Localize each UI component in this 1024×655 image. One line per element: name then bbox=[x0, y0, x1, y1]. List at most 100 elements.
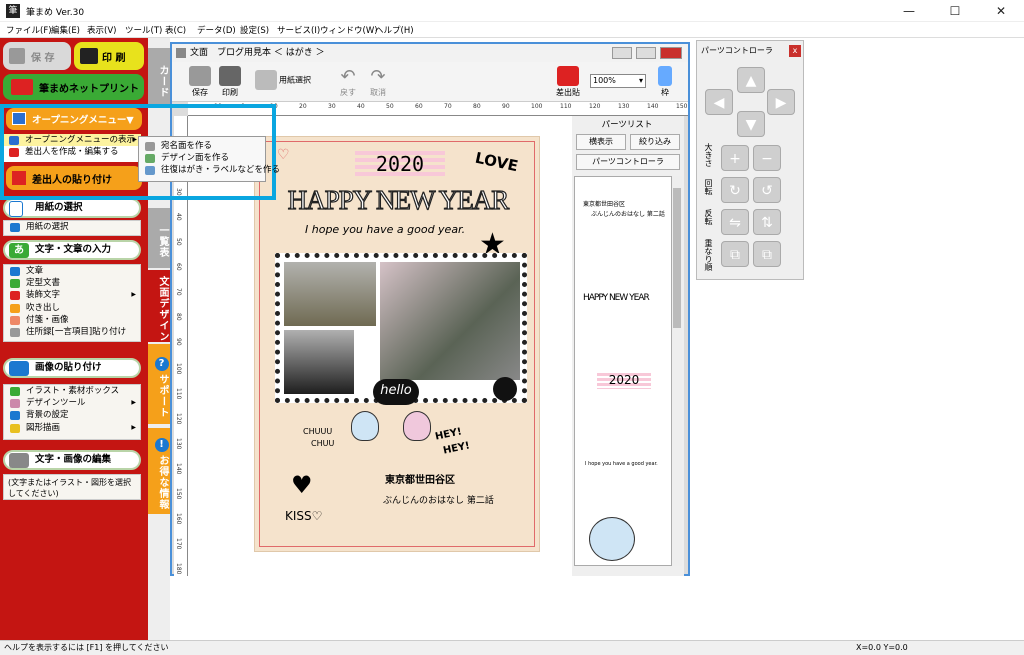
parts-scrollbar[interactable] bbox=[672, 176, 682, 566]
parts-item-address[interactable]: 東京都世田谷区 bbox=[583, 199, 625, 208]
postcard[interactable]: ♡ 2020 LOVE HAPPY NEW YEAR I hope you ha… bbox=[254, 136, 540, 552]
card-address[interactable]: 東京都世田谷区 bbox=[385, 471, 455, 486]
menu-help[interactable]: ヘルプ(H) bbox=[375, 24, 414, 36]
parts-item-hope[interactable]: I hope you have a good year. bbox=[585, 461, 658, 467]
parts-item-happy[interactable]: HAPPY NEW YEAR bbox=[583, 293, 650, 303]
arrow-down-icon[interactable]: ▼ bbox=[737, 111, 765, 137]
menu-service[interactable]: サービス(I) bbox=[277, 24, 320, 36]
photo-figurines bbox=[284, 262, 376, 326]
redo-icon: ↷ bbox=[370, 66, 386, 87]
section-text-input[interactable]: あ 文字・文章の入力 bbox=[3, 240, 141, 260]
section-image-paste[interactable]: 画像の貼り付け bbox=[3, 358, 141, 378]
mouse-illustration-pink[interactable] bbox=[403, 411, 431, 441]
doc-icon bbox=[176, 48, 186, 58]
ruler-v-label: 50 bbox=[175, 238, 182, 246]
close-button[interactable]: ✕ bbox=[978, 0, 1024, 22]
toolbar-paper-button[interactable]: 用紙選択 bbox=[252, 64, 312, 100]
toolbar-print-button[interactable]: 印刷 bbox=[210, 64, 250, 100]
save-button[interactable]: 保 存 bbox=[3, 42, 71, 70]
flip-horizontal-icon[interactable]: ⇋ bbox=[721, 209, 749, 235]
minimize-button[interactable]: — bbox=[886, 0, 932, 22]
menu-tools[interactable]: ツール(T) bbox=[125, 24, 162, 36]
maximize-button[interactable]: ☐ bbox=[932, 0, 978, 22]
parts-show-all-button[interactable]: 横表示 bbox=[576, 134, 626, 150]
menu-window[interactable]: ウィンドウ(W) bbox=[320, 24, 378, 36]
card-story[interactable]: ぶんじんのおはなし 第二話 bbox=[383, 493, 494, 506]
list-item-illustration-box[interactable]: イラスト・素材ボックス bbox=[4, 385, 140, 397]
section-edit[interactable]: 文字・画像の編集 bbox=[3, 450, 141, 470]
tab-support[interactable]: ?サポート bbox=[148, 344, 170, 424]
parts-item-story[interactable]: ぶんじんのおはなし 第二話 bbox=[591, 209, 665, 218]
menu-edit[interactable]: 編集(E) bbox=[51, 24, 80, 36]
menu-settings[interactable]: 設定(S) bbox=[240, 24, 269, 36]
pencil-icon bbox=[9, 453, 29, 468]
paper-icon bbox=[255, 70, 277, 90]
edit-note: (文字またはイラスト・図形を選択してください) bbox=[3, 474, 141, 500]
ruler-h-label: 150 bbox=[676, 103, 688, 110]
list-item-background[interactable]: 背景の設定 bbox=[4, 409, 140, 421]
send-backward-icon[interactable]: ⧉ bbox=[753, 241, 781, 267]
bring-forward-icon[interactable]: ⧉ bbox=[721, 241, 749, 267]
card-chuuu-1[interactable]: CHUUU bbox=[303, 427, 332, 436]
tab-design[interactable]: 文面デザイン bbox=[148, 270, 170, 342]
list-item-design-tool[interactable]: デザインツール ▶ bbox=[4, 397, 140, 409]
toolbar-frame-button[interactable]: 枠 bbox=[650, 64, 680, 100]
doc-maximize-button[interactable] bbox=[636, 47, 656, 59]
flip-vertical-icon[interactable]: ⇅ bbox=[753, 209, 781, 235]
list-item-address-paste[interactable]: 住所録[一言項目]貼り付け bbox=[4, 326, 140, 338]
list-item-speech-bubble[interactable]: 吹き出し bbox=[4, 302, 140, 314]
card-kiss[interactable]: KISS♡ bbox=[285, 509, 322, 523]
submenu-item-reply-card[interactable]: 往復はがき・ラベルなどを作る bbox=[139, 164, 280, 176]
card-chuuu-2[interactable]: CHUU bbox=[311, 439, 334, 448]
card-year[interactable]: 2020 bbox=[355, 151, 445, 177]
toolbar-redo-button[interactable]: ↷ 取消 bbox=[358, 64, 398, 100]
doc-close-button[interactable] bbox=[660, 47, 682, 59]
ruler-h-label: 60 bbox=[415, 103, 423, 110]
parts-list[interactable]: 東京都世田谷区 ぶんじんのおはなし 第二話 HAPPY NEW YEAR 202… bbox=[574, 176, 672, 566]
menu-data[interactable]: データ(D) bbox=[197, 24, 236, 36]
parts-filter-button[interactable]: 絞り込み bbox=[630, 134, 680, 150]
print-button[interactable]: 印 刷 bbox=[74, 42, 144, 70]
tab-list[interactable]: 一覧表 bbox=[148, 208, 170, 268]
parts-controller-button[interactable]: パーツコントローラ bbox=[576, 154, 680, 170]
tab-card[interactable]: カード bbox=[148, 48, 170, 108]
list-item-template-text[interactable]: 定型文書 bbox=[4, 277, 140, 289]
zoom-select[interactable]: 100% ▾ bbox=[590, 74, 646, 88]
rotate-right-icon[interactable]: ↻ bbox=[721, 177, 749, 203]
menu-view[interactable]: 表示(V) bbox=[87, 24, 116, 36]
submenu-item-design-side[interactable]: デザイン面を作る bbox=[139, 152, 265, 164]
ruler-v-label: 150 bbox=[175, 488, 182, 500]
arrow-right-icon[interactable]: ▶ bbox=[767, 89, 795, 115]
ruler-v-label: 60 bbox=[175, 263, 182, 271]
list-item-text[interactable]: 文章 bbox=[4, 265, 140, 277]
tab-deals[interactable]: !お得な情報 bbox=[148, 428, 170, 514]
menu-table[interactable]: 表(C) bbox=[165, 24, 186, 36]
rotate-left-icon[interactable]: ↺ bbox=[753, 177, 781, 203]
parts-item-mouse[interactable] bbox=[589, 517, 635, 561]
section-paper[interactable]: 用紙の選択 bbox=[3, 198, 141, 218]
menu-file[interactable]: ファイル(F) bbox=[6, 24, 52, 36]
mouse-illustration-blue[interactable] bbox=[351, 411, 379, 441]
card-subtitle[interactable]: I hope you have a good year. bbox=[305, 223, 465, 236]
toolbar-sender-button[interactable]: 差出貼 bbox=[548, 64, 588, 100]
paper-list: 用紙の選択 bbox=[3, 220, 141, 236]
parts-item-year[interactable]: 2020 bbox=[597, 373, 651, 389]
ruler-v-label: 100 bbox=[175, 363, 182, 375]
size-plus-icon[interactable]: + bbox=[721, 145, 749, 171]
list-item-sticky-image[interactable]: 付箋・画像 bbox=[4, 314, 140, 326]
card-headline[interactable]: HAPPY NEW YEAR bbox=[273, 184, 523, 216]
card-hello[interactable]: hello bbox=[373, 379, 419, 405]
size-minus-icon[interactable]: − bbox=[753, 145, 781, 171]
arrow-left-icon[interactable]: ◀ bbox=[705, 89, 733, 115]
netprint-button[interactable]: 筆まめネットプリント bbox=[3, 74, 144, 100]
ruler-h-label: 140 bbox=[647, 103, 659, 110]
truck-icon bbox=[11, 79, 33, 95]
controller-close-button[interactable]: x bbox=[789, 45, 801, 57]
scroll-thumb[interactable] bbox=[673, 188, 681, 328]
submenu-item-address-side[interactable]: 宛名面を作る bbox=[139, 140, 265, 152]
doc-minimize-button[interactable] bbox=[612, 47, 632, 59]
list-item-paper-select[interactable]: 用紙の選択 bbox=[4, 221, 140, 233]
arrow-up-icon[interactable]: ▲ bbox=[737, 67, 765, 93]
list-item-shape-draw[interactable]: 図形描画 ▶ bbox=[4, 422, 140, 434]
list-item-decorative-text[interactable]: 装飾文字 ▶ bbox=[4, 289, 140, 301]
